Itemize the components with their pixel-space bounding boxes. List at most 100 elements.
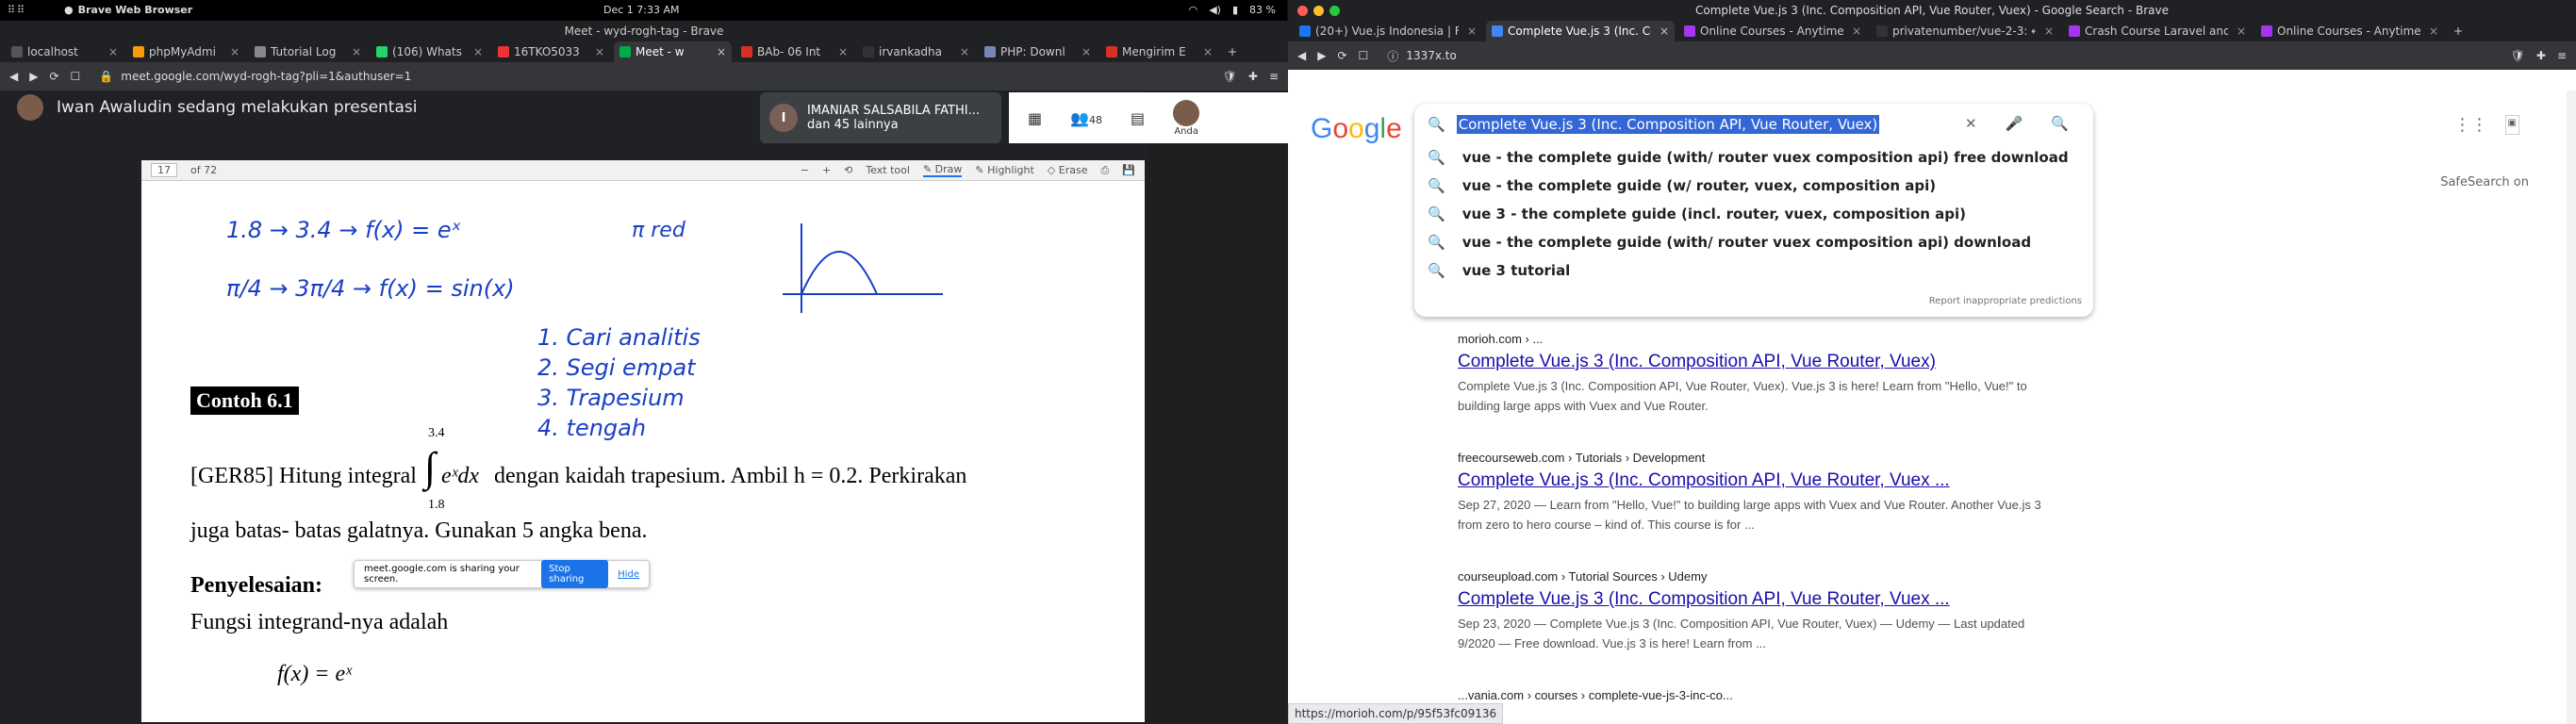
- suggestion-item[interactable]: 🔍 vue - the complete guide (with/ router …: [1428, 234, 2031, 251]
- browser-tab[interactable]: Crash Course Laravel and ×: [2063, 21, 2252, 41]
- back-icon[interactable]: ◀: [9, 70, 18, 83]
- page-scrollbar[interactable]: [2567, 90, 2576, 724]
- reload-icon[interactable]: ⟳: [1337, 49, 1346, 62]
- result-cite[interactable]: ...vania.com › courses › complete-vue-js…: [1458, 688, 1733, 702]
- zoom-out-icon[interactable]: −: [801, 164, 809, 176]
- result-cite[interactable]: morioh.com › ...: [1458, 332, 2042, 346]
- extensions-icon[interactable]: ✚: [1248, 70, 1258, 83]
- address-bar[interactable]: 🔒 meet.google.com/wyd-rogh-tag?pli=1&auth…: [91, 70, 1211, 83]
- layout-icon[interactable]: ▦: [1028, 109, 1042, 127]
- bookmark-icon[interactable]: ☐: [1359, 49, 1369, 62]
- new-tab-icon[interactable]: +: [2453, 25, 2463, 38]
- draw-button[interactable]: ✎ Draw: [922, 163, 963, 177]
- browser-tab[interactable]: (106) Whats ×: [371, 41, 488, 62]
- search-query-row[interactable]: 🔍 Complete Vue.js 3 (Inc. Composition AP…: [1428, 115, 2069, 134]
- result-title-link[interactable]: Complete Vue.js 3 (Inc. Composition API,…: [1458, 470, 2042, 491]
- report-predictions-link[interactable]: Report inappropriate predictions: [1929, 296, 2082, 306]
- self-avatar[interactable]: Anda: [1173, 99, 1200, 137]
- menu-icon[interactable]: ≡: [2557, 49, 2567, 62]
- search-submit-icon[interactable]: 🔍: [2051, 115, 2069, 132]
- result-title-link[interactable]: Complete Vue.js 3 (Inc. Composition API,…: [1458, 352, 2042, 372]
- tab-close-icon[interactable]: ×: [2237, 25, 2246, 38]
- forward-icon[interactable]: ▶: [29, 70, 38, 83]
- brave-shield-icon[interactable]: 🛡: [2511, 49, 2525, 62]
- tab-close-icon[interactable]: ×: [838, 45, 848, 58]
- browser-tab[interactable]: 16TKO5033 ×: [492, 41, 610, 62]
- menu-icon[interactable]: ≡: [1269, 70, 1279, 83]
- suggestion-item[interactable]: 🔍 vue - the complete guide (w/ router, vu…: [1428, 177, 1936, 194]
- browser-tab[interactable]: Complete Vue.js 3 (Inc. Co ×: [1486, 21, 1675, 41]
- browser-tab[interactable]: Online Courses - Anytime, ×: [1678, 21, 1867, 41]
- suggestion-item[interactable]: 🔍 vue - the complete guide (with/ router …: [1428, 149, 2069, 166]
- browser-tab[interactable]: BAb- 06 Int ×: [735, 41, 853, 62]
- mic-icon[interactable]: 🎤: [2006, 115, 2023, 132]
- highlight-button[interactable]: ✎ Highlight: [975, 164, 1033, 176]
- tab-close-icon[interactable]: ×: [2429, 25, 2438, 38]
- tab-close-icon[interactable]: ×: [717, 45, 726, 58]
- search-input[interactable]: Complete Vue.js 3 (Inc. Composition API,…: [1456, 115, 1880, 134]
- browser-tab[interactable]: irvankadha ×: [857, 41, 975, 62]
- app-menu[interactable]: ● Brave Web Browser: [64, 4, 192, 16]
- result-cite[interactable]: freecourseweb.com › Tutorials › Developm…: [1458, 451, 2042, 465]
- tab-close-icon[interactable]: ×: [1203, 45, 1213, 58]
- people-button[interactable]: 👥48: [1070, 109, 1102, 127]
- browser-tab[interactable]: PHP: Downl ×: [979, 41, 1097, 62]
- google-logo[interactable]: Google: [1311, 113, 1402, 145]
- result-cite[interactable]: courseupload.com › Tutorial Sources › Ud…: [1458, 569, 2042, 584]
- clear-icon[interactable]: ✕: [1965, 115, 1977, 132]
- suggestion-item[interactable]: 🔍 vue 3 - the complete guide (incl. route…: [1428, 206, 1966, 222]
- stop-sharing-button[interactable]: Stop sharing: [541, 560, 609, 588]
- result-snippet: Complete Vue.js 3 (Inc. Composition API,…: [1458, 379, 2027, 413]
- browser-tab[interactable]: Tutorial Log ×: [249, 41, 367, 62]
- browser-tab[interactable]: phpMyAdmi ×: [127, 41, 245, 62]
- minimize-window-icon[interactable]: [1313, 5, 1324, 16]
- browser-tab[interactable]: (20+) Vue.js Indonesia | Fa ×: [1294, 21, 1482, 41]
- clock[interactable]: Dec 1 7:33 AM: [603, 4, 680, 16]
- print-icon[interactable]: ⎙: [1100, 164, 1109, 177]
- browser-tab[interactable]: Mengirim E ×: [1100, 41, 1218, 62]
- save-icon[interactable]: 💾: [1122, 164, 1135, 176]
- tab-close-icon[interactable]: ×: [230, 45, 239, 58]
- tab-close-icon[interactable]: ×: [1082, 45, 1091, 58]
- participant-tile[interactable]: I IMANIAR SALSABILA FATHI... dan 45 lain…: [760, 92, 1001, 143]
- browser-tab[interactable]: privatenumber/vue-2-3: ← ×: [1871, 21, 2059, 41]
- browser-tab[interactable]: Meet - w ×: [614, 41, 732, 62]
- suggestion-search-icon: 🔍: [1428, 177, 1445, 194]
- suggestion-item[interactable]: 🔍 vue 3 tutorial: [1428, 262, 1570, 279]
- close-window-icon[interactable]: [1297, 5, 1308, 16]
- tab-close-icon[interactable]: ×: [960, 45, 969, 58]
- hide-button[interactable]: Hide: [618, 569, 639, 580]
- tab-close-icon[interactable]: ×: [473, 45, 483, 58]
- text-tool-button[interactable]: Text tool: [866, 164, 910, 176]
- safesearch-label[interactable]: SafeSearch on: [2440, 175, 2529, 189]
- activities-button[interactable]: ⠿⠿: [8, 4, 26, 16]
- page-number-input[interactable]: 17: [151, 163, 177, 177]
- erase-button[interactable]: ◇ Erase: [1048, 164, 1088, 176]
- chat-icon[interactable]: ▤: [1131, 109, 1145, 127]
- browser-tab[interactable]: localhost ×: [6, 41, 124, 62]
- address-bar[interactable]: ⓘ 1337x.to: [1379, 48, 2499, 64]
- brave-shield-icon[interactable]: 🛡: [1223, 70, 1237, 83]
- tab-close-icon[interactable]: ×: [108, 45, 118, 58]
- bookmark-icon[interactable]: ☐: [71, 70, 81, 83]
- rotate-icon[interactable]: ⟲: [844, 164, 852, 176]
- tab-close-icon[interactable]: ×: [352, 45, 361, 58]
- extensions-icon[interactable]: ✚: [2536, 49, 2546, 62]
- zoom-in-icon[interactable]: +: [822, 164, 831, 176]
- apps-icon[interactable]: ⋮⋮: [2454, 115, 2488, 135]
- system-tray[interactable]: ◠ ◀) ▮ 83 %: [1189, 4, 1276, 16]
- tab-close-icon[interactable]: ×: [1660, 25, 1669, 38]
- new-tab-icon[interactable]: +: [1228, 45, 1237, 58]
- back-icon[interactable]: ◀: [1297, 49, 1306, 62]
- forward-icon[interactable]: ▶: [1317, 49, 1326, 62]
- result-title-link[interactable]: Complete Vue.js 3 (Inc. Composition API,…: [1458, 589, 2042, 610]
- tab-close-icon[interactable]: ×: [2044, 25, 2054, 38]
- tab-close-icon[interactable]: ×: [1467, 25, 1477, 38]
- browser-tab[interactable]: Online Courses - Anytime, ×: [2255, 21, 2444, 41]
- tab-close-icon[interactable]: ×: [1852, 25, 1861, 38]
- maximize-window-icon[interactable]: [1329, 5, 1340, 16]
- reload-icon[interactable]: ⟳: [49, 70, 58, 83]
- tab-close-icon[interactable]: ×: [595, 45, 604, 58]
- account-avatar[interactable]: ▣: [2504, 115, 2519, 135]
- tab-label: 16TKO5033: [514, 45, 580, 58]
